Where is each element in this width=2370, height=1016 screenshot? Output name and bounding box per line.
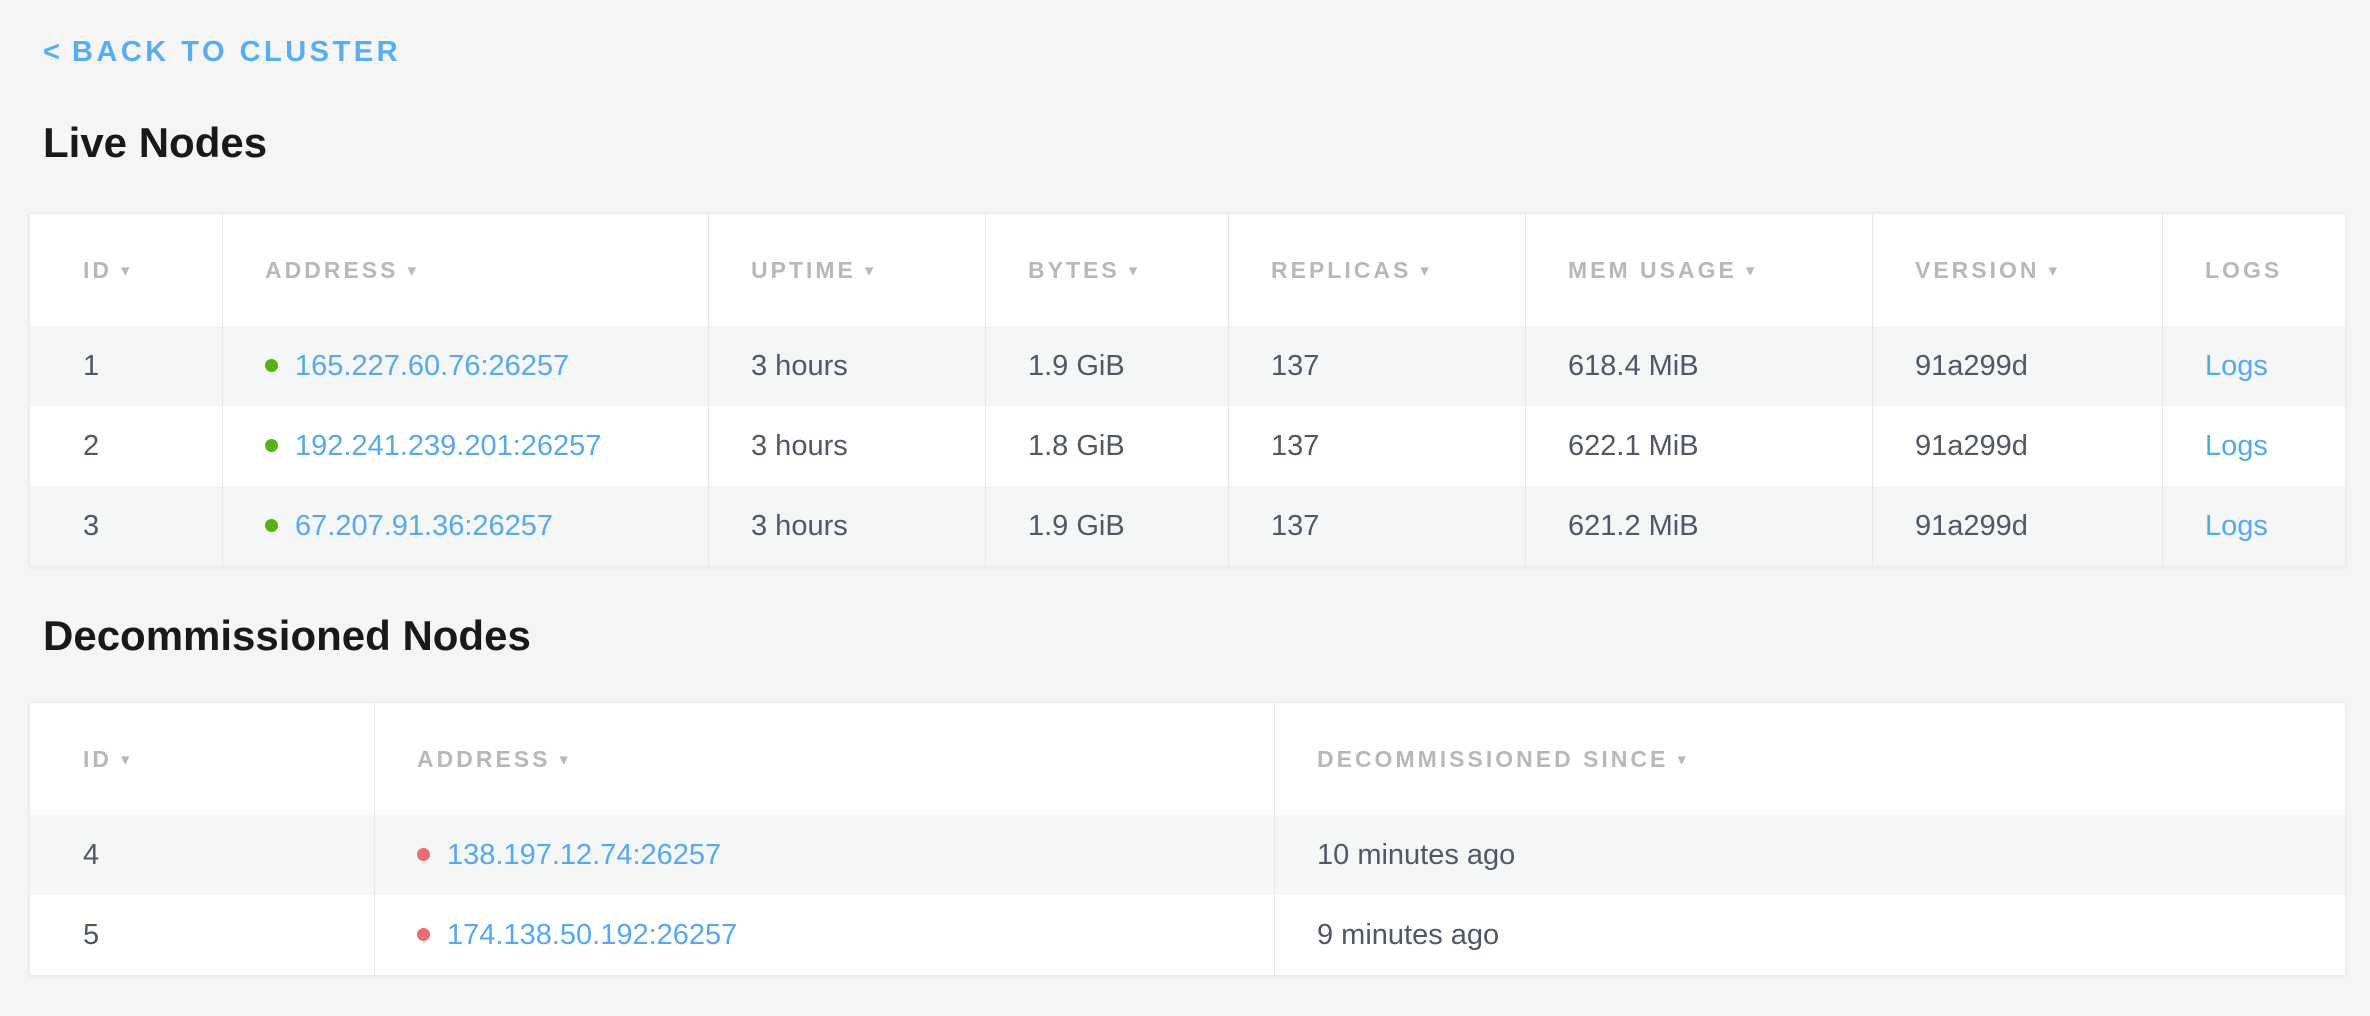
node-live-status-icon (265, 359, 278, 372)
column-header-bytes[interactable]: BYTES▾ (985, 214, 1228, 326)
node-uptime-cell: 3 hours (708, 406, 985, 486)
node-address-cell: 192.241.239.201:26257 (222, 406, 708, 486)
node-id-cell: 3 (30, 486, 222, 566)
node-address-link[interactable]: 165.227.60.76:26257 (295, 350, 569, 382)
decommissioned-nodes-title: Decommissioned Nodes (43, 613, 2370, 659)
node-live-status-icon (265, 519, 278, 532)
sort-arrow-icon: ▾ (559, 750, 571, 770)
node-id-cell: 5 (30, 895, 374, 975)
node-id-cell: 2 (30, 406, 222, 486)
live-nodes-table: ID▾ ADDRESS▾ UPTIME▾ BYTES▾ REPLICAS▾ ME… (29, 213, 2346, 567)
node-address-link[interactable]: 138.197.12.74:26257 (447, 839, 721, 871)
node-decommissioned-since-cell: 10 minutes ago (1274, 815, 2345, 895)
node-address-link[interactable]: 192.241.239.201:26257 (295, 430, 601, 462)
node-live-status-icon (265, 439, 278, 452)
sort-arrow-icon: ▾ (1677, 750, 1689, 770)
sort-arrow-icon: ▾ (2049, 261, 2061, 281)
node-mem-usage-cell: 621.2 MiB (1525, 486, 1872, 566)
sort-arrow-icon: ▾ (121, 261, 133, 281)
sort-arrow-icon: ▾ (407, 261, 419, 281)
table-row: 1 165.227.60.76:26257 3 hours 1.9 GiB 13… (30, 326, 2345, 406)
node-id-cell: 4 (30, 815, 374, 895)
back-to-cluster-link[interactable]: < BACK TO CLUSTER (43, 38, 401, 67)
column-header-version[interactable]: VERSION▾ (1872, 214, 2162, 326)
node-decommissioned-since-cell: 9 minutes ago (1274, 895, 2345, 975)
back-link-label: BACK TO CLUSTER (72, 36, 401, 68)
header-row: ID▾ ADDRESS▾ UPTIME▾ BYTES▾ REPLICAS▾ ME… (30, 214, 2345, 326)
decommissioned-nodes-table: ID▾ ADDRESS▾ DECOMMISSIONED SINCE▾ 4 138… (29, 702, 2346, 976)
column-header-address[interactable]: ADDRESS▾ (374, 703, 1274, 815)
node-version-cell: 91a299d (1872, 486, 2162, 566)
node-replicas-cell: 137 (1228, 486, 1525, 566)
logs-link[interactable]: Logs (2205, 510, 2268, 542)
node-address-cell: 138.197.12.74:26257 (374, 815, 1274, 895)
node-bytes-cell: 1.8 GiB (985, 406, 1228, 486)
column-header-id[interactable]: ID▾ (30, 214, 222, 326)
node-bytes-cell: 1.9 GiB (985, 486, 1228, 566)
sort-arrow-icon: ▾ (121, 750, 133, 770)
column-header-decommissioned-since[interactable]: DECOMMISSIONED SINCE▾ (1274, 703, 2345, 815)
node-address-cell: 165.227.60.76:26257 (222, 326, 708, 406)
table-row: 2 192.241.239.201:26257 3 hours 1.8 GiB … (30, 406, 2345, 486)
node-mem-usage-cell: 618.4 MiB (1525, 326, 1872, 406)
node-decommissioned-status-icon (417, 848, 430, 861)
node-uptime-cell: 3 hours (708, 326, 985, 406)
node-logs-cell: Logs (2162, 326, 2345, 406)
header-row: ID▾ ADDRESS▾ DECOMMISSIONED SINCE▾ (30, 703, 2345, 815)
column-header-mem-usage[interactable]: MEM USAGE▾ (1525, 214, 1872, 326)
sort-arrow-icon: ▾ (1129, 261, 1141, 281)
chevron-left-icon: < (43, 36, 60, 68)
node-address-cell: 174.138.50.192:26257 (374, 895, 1274, 975)
column-header-replicas[interactable]: REPLICAS▾ (1228, 214, 1525, 326)
node-version-cell: 91a299d (1872, 326, 2162, 406)
node-address-cell: 67.207.91.36:26257 (222, 486, 708, 566)
logs-link[interactable]: Logs (2205, 350, 2268, 382)
sort-arrow-icon: ▾ (1420, 261, 1432, 281)
table-row: 4 138.197.12.74:26257 10 minutes ago (30, 815, 2345, 895)
live-nodes-title: Live Nodes (43, 120, 2370, 166)
column-header-id[interactable]: ID▾ (30, 703, 374, 815)
sort-arrow-icon: ▾ (1746, 261, 1758, 281)
logs-link[interactable]: Logs (2205, 430, 2268, 462)
node-id-cell: 1 (30, 326, 222, 406)
column-header-address[interactable]: ADDRESS▾ (222, 214, 708, 326)
table-row: 5 174.138.50.192:26257 9 minutes ago (30, 895, 2345, 975)
node-decommissioned-status-icon (417, 928, 430, 941)
node-uptime-cell: 3 hours (708, 486, 985, 566)
node-address-link[interactable]: 174.138.50.192:26257 (447, 919, 737, 951)
node-logs-cell: Logs (2162, 486, 2345, 566)
node-address-link[interactable]: 67.207.91.36:26257 (295, 510, 553, 542)
node-mem-usage-cell: 622.1 MiB (1525, 406, 1872, 486)
node-version-cell: 91a299d (1872, 406, 2162, 486)
column-header-logs: LOGS (2162, 214, 2345, 326)
column-header-uptime[interactable]: UPTIME▾ (708, 214, 985, 326)
node-replicas-cell: 137 (1228, 406, 1525, 486)
table-row: 3 67.207.91.36:26257 3 hours 1.9 GiB 137… (30, 486, 2345, 566)
node-logs-cell: Logs (2162, 406, 2345, 486)
node-replicas-cell: 137 (1228, 326, 1525, 406)
node-bytes-cell: 1.9 GiB (985, 326, 1228, 406)
node-list-page: < BACK TO CLUSTER Live Nodes ID▾ ADDRESS▾… (0, 0, 2370, 1016)
sort-arrow-icon: ▾ (865, 261, 877, 281)
